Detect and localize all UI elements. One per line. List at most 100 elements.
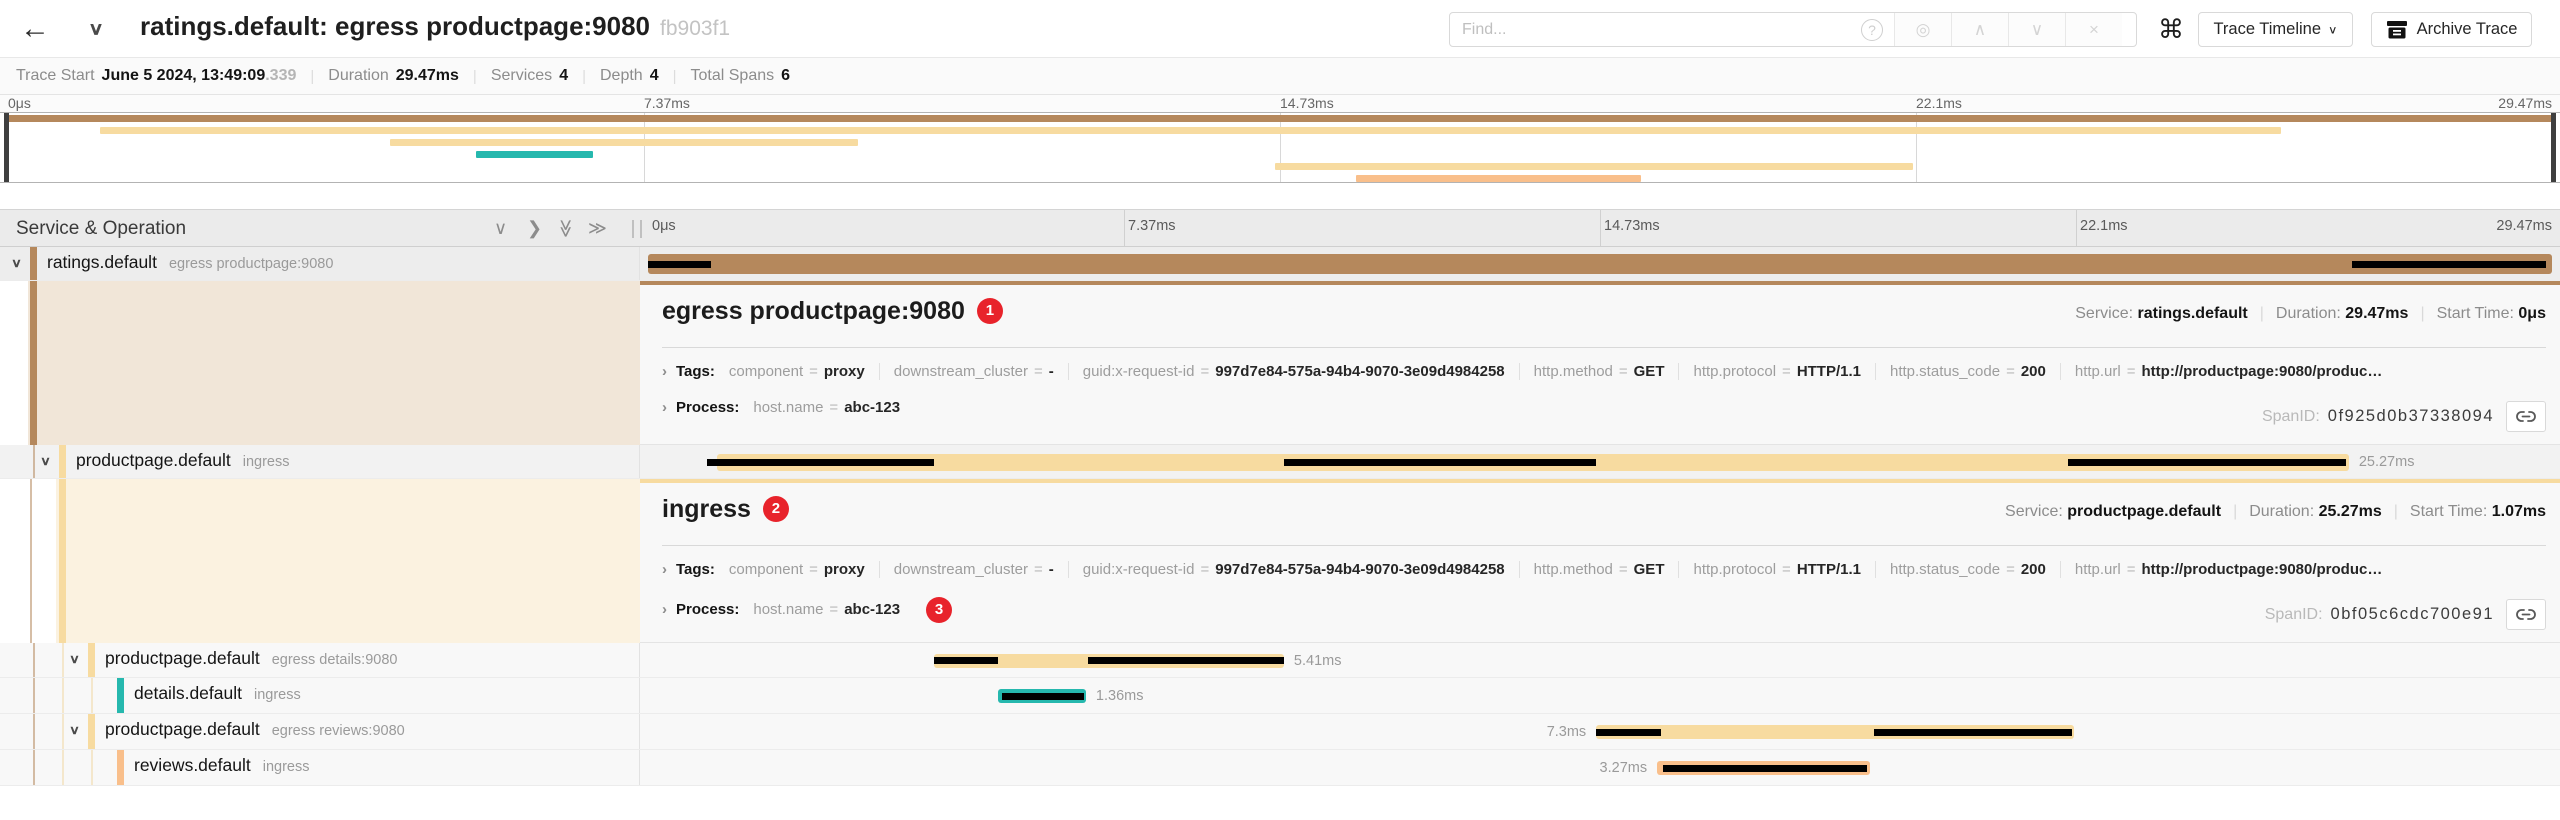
tag-component: component=proxy bbox=[729, 363, 879, 380]
span-name-cell[interactable]: ∨productpage.defaultegress details:9080 bbox=[0, 643, 640, 677]
minimap-canvas[interactable] bbox=[0, 112, 2560, 183]
span-timeline-cell[interactable] bbox=[640, 247, 2560, 280]
span-duration-label: 5.41ms bbox=[1294, 653, 1342, 669]
tag-guid:x-request-id: guid:x-request-id=997d7e84-575a-94b4-907… bbox=[1068, 561, 1519, 578]
span-row-productpage.default-egress-reviews-9080[interactable]: ∨productpage.defaultegress reviews:9080 7… bbox=[0, 714, 2560, 750]
span-timeline-cell[interactable]: 25.27ms bbox=[640, 445, 2560, 478]
deep-link-icon[interactable] bbox=[2506, 599, 2546, 630]
tag-downstream_cluster: downstream_cluster=- bbox=[879, 561, 1068, 578]
span-name-cell[interactable]: ∨productpage.defaultegress reviews:9080 bbox=[0, 714, 640, 749]
span-bar[interactable] bbox=[648, 254, 2552, 274]
trace-timeline-view-select[interactable]: Trace Timeline∨ bbox=[2198, 12, 2353, 47]
service-name: ratings.defaultegress productpage:9080 bbox=[47, 252, 333, 273]
detail-accent-guide bbox=[30, 281, 37, 445]
operation-name: egress details:9080 bbox=[272, 652, 398, 668]
minimap-time-labels: 0μs7.37ms14.73ms22.1ms29.47ms bbox=[0, 95, 2560, 112]
header-gridline bbox=[1600, 210, 1601, 246]
timeline-tick: 22.1ms bbox=[2080, 218, 2128, 234]
critical-path-segment bbox=[1596, 729, 1661, 736]
back-arrow-icon[interactable]: ← bbox=[20, 12, 50, 46]
span-row-ratings.default-egress-productpage-9080[interactable]: ∨ ratings.defaultegress productpage:9080 bbox=[0, 247, 2560, 281]
divider bbox=[662, 545, 2546, 546]
spanid-row: SpanID: 0f925d0b37338094 bbox=[2262, 401, 2546, 432]
title-chevron-down-icon[interactable]: ∨ bbox=[88, 19, 104, 40]
find-input[interactable] bbox=[1450, 13, 1850, 46]
expander-icon[interactable]: › bbox=[662, 601, 667, 618]
service-color-accent bbox=[88, 714, 95, 749]
tag-host.name: host.name=abc-123 bbox=[753, 601, 914, 618]
span-row-reviews.default-ingress[interactable]: reviews.defaultingress3.27ms bbox=[0, 750, 2560, 786]
annotation-badge-2: 2 bbox=[763, 496, 789, 522]
row-chevron-down-icon[interactable]: ∨ bbox=[69, 723, 80, 737]
column-resize-handle[interactable] bbox=[632, 220, 642, 238]
span-name-cell[interactable]: reviews.defaultingress bbox=[0, 750, 640, 785]
indent-guide bbox=[33, 714, 35, 749]
span-name-cell[interactable]: details.defaultingress bbox=[0, 678, 640, 713]
expander-icon[interactable]: › bbox=[662, 363, 667, 380]
minimap-gridline bbox=[644, 113, 645, 182]
span-name-cell[interactable]: ∨ ratings.defaultegress productpage:9080 bbox=[0, 247, 640, 280]
expander-icon[interactable]: › bbox=[662, 399, 667, 416]
spanid-label: SpanID: bbox=[2262, 408, 2320, 426]
minimap-gridline bbox=[1916, 113, 1917, 182]
minimap-scrubber-left[interactable] bbox=[4, 113, 9, 182]
span-duration-label: 7.3ms bbox=[1547, 724, 1587, 740]
collapse-one-icon[interactable]: ∨ bbox=[494, 218, 507, 239]
depth-value: 4 bbox=[650, 67, 659, 85]
find-help-icon[interactable]: ? bbox=[1850, 13, 1894, 46]
expander-icon[interactable]: › bbox=[662, 561, 667, 578]
next-result-icon[interactable]: ∨ bbox=[2008, 13, 2065, 46]
operation-name: ingress bbox=[254, 687, 301, 703]
process-row[interactable]: ›Process:host.name=abc-123 bbox=[662, 399, 914, 416]
service-color-accent bbox=[88, 643, 95, 677]
tag-http.url: http.url=http://productpage:9080/produc… bbox=[2060, 561, 2396, 578]
tags-row[interactable]: ›Tags:component=proxydownstream_cluster=… bbox=[662, 561, 2396, 578]
divider: | bbox=[473, 68, 477, 85]
expand-all-icon[interactable]: ≫ bbox=[588, 218, 607, 239]
span-name-cell[interactable]: ∨productpage.defaultingress bbox=[0, 445, 640, 478]
archive-trace-button[interactable]: Archive Trace bbox=[2371, 12, 2532, 47]
process-row[interactable]: ›Process:host.name=abc-1233 bbox=[662, 597, 952, 623]
detail-guide bbox=[30, 479, 32, 643]
operation-name: egress reviews:9080 bbox=[272, 723, 405, 739]
top-bar: ← ∨ ratings.default: egress productpage:… bbox=[0, 0, 2560, 58]
span-row-productpage.default-ingress[interactable]: ∨productpage.defaultingress25.27ms bbox=[0, 445, 2560, 479]
span-row-details.default-ingress[interactable]: details.defaultingress1.36ms bbox=[0, 678, 2560, 714]
span-timeline-cell[interactable]: 3.27ms bbox=[640, 750, 2560, 785]
trace-start-label: Trace Start bbox=[16, 67, 95, 85]
critical-path-segment bbox=[2352, 261, 2546, 268]
span-detail-title[interactable]: ingress2 bbox=[662, 495, 789, 524]
tag-downstream_cluster: downstream_cluster=- bbox=[879, 363, 1068, 380]
operation-name: egress productpage:9080 bbox=[169, 256, 333, 272]
expand-one-icon[interactable]: ❯ bbox=[527, 218, 542, 239]
span-timeline-cell[interactable]: 5.41ms bbox=[640, 643, 2560, 677]
header-gridline bbox=[1124, 210, 1125, 246]
keyboard-shortcuts-icon[interactable]: ⌘ bbox=[2158, 14, 2184, 45]
row-chevron-down-icon[interactable]: ∨ bbox=[69, 652, 80, 666]
critical-path-segment bbox=[2068, 459, 2346, 466]
detail-body: egress productpage:90801 Service: rating… bbox=[640, 281, 2560, 445]
span-detail-meta: Service: productpage.default|Duration: 2… bbox=[2005, 503, 2546, 521]
deep-link-icon[interactable] bbox=[2506, 401, 2546, 432]
tags-row[interactable]: ›Tags:component=proxydownstream_cluster=… bbox=[662, 363, 2396, 380]
span-timeline-cell[interactable]: 1.36ms bbox=[640, 678, 2560, 713]
focus-span-icon[interactable]: ◎ bbox=[1894, 13, 1951, 46]
minimap-tick: 22.1ms bbox=[1916, 95, 1962, 111]
collapse-all-icon[interactable]: ≫ bbox=[555, 219, 576, 238]
trace-start-fraction: .339 bbox=[265, 67, 296, 85]
clear-search-icon[interactable]: × bbox=[2065, 13, 2122, 46]
annotation-badge-1: 1 bbox=[977, 298, 1003, 324]
span-detail-title[interactable]: egress productpage:90801 bbox=[662, 297, 1003, 326]
span-row-productpage.default-egress-details-9080[interactable]: ∨productpage.defaultegress details:9080 5… bbox=[0, 643, 2560, 678]
minimap-scrubber-right[interactable] bbox=[2551, 113, 2556, 182]
row-chevron-down-icon[interactable]: ∨ bbox=[40, 454, 51, 468]
row-chevron-down-icon[interactable]: ∨ bbox=[11, 256, 22, 270]
indent-guide bbox=[62, 714, 64, 749]
total-spans-label: Total Spans bbox=[691, 67, 775, 85]
prev-result-icon[interactable]: ∧ bbox=[1951, 13, 2008, 46]
span-timeline-cell[interactable]: 7.3ms bbox=[640, 714, 2560, 749]
timeline-grid-header: Service & Operation ∨ ❯ ≫ ≫ 0μs7.37ms14.… bbox=[0, 209, 2560, 247]
divider: | bbox=[673, 68, 677, 85]
archive-icon bbox=[2386, 20, 2408, 40]
tag-http.status_code: http.status_code=200 bbox=[1875, 561, 2060, 578]
